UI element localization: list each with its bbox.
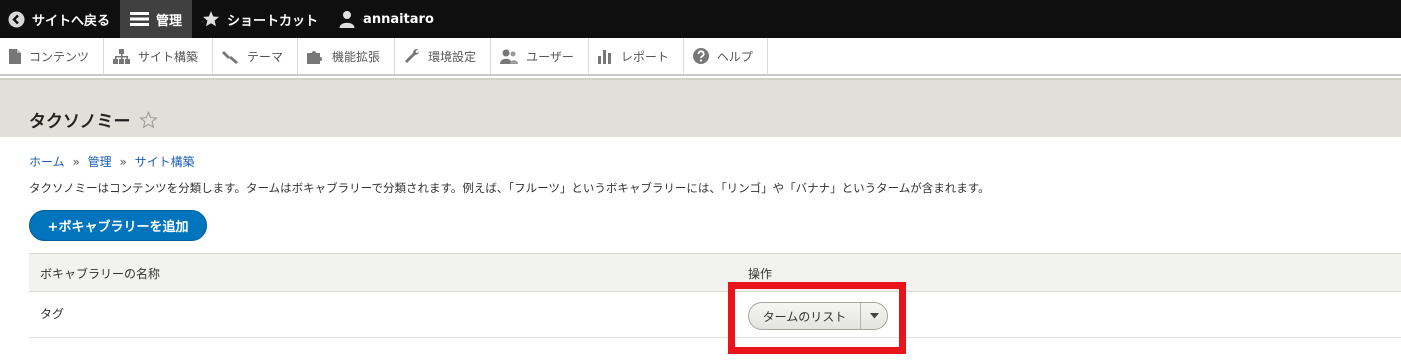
shortcuts-tab[interactable]: ショートカット: [192, 0, 328, 38]
column-header-operations: 操作: [748, 267, 773, 281]
hamburger-icon: [130, 12, 150, 26]
shortcuts-label: ショートカット: [227, 13, 319, 29]
tray-item-label: コンテンツ: [29, 49, 90, 64]
breadcrumb-structure-link[interactable]: サイト構築: [135, 155, 195, 169]
vocabulary-name: タグ: [40, 307, 65, 321]
paint-brush-icon: [222, 50, 239, 64]
manage-label: 管理: [156, 13, 183, 29]
tray-item-structure[interactable]: サイト構築: [104, 38, 214, 74]
tray-item-label: テーマ: [247, 49, 284, 64]
tray-item-configuration[interactable]: 環境設定: [395, 38, 492, 74]
tray-item-help[interactable]: ヘルプ: [684, 38, 768, 74]
breadcrumb-separator: »: [119, 155, 127, 169]
page-header: タクソノミー: [0, 78, 1401, 137]
column-header-name: ボキャブラリーの名称: [40, 267, 161, 281]
breadcrumb: ホーム » 管理 » サイト構築: [29, 153, 195, 170]
document-icon: [9, 48, 21, 64]
tray-item-label: レポート: [620, 49, 669, 64]
table-header: ボキャブラリーの名称 操作: [29, 253, 1401, 292]
people-icon: [500, 49, 519, 64]
back-to-site-label: サイトへ戻る: [32, 13, 111, 29]
sitemap-icon: [113, 48, 131, 64]
tray-item-extend[interactable]: 機能拡張: [298, 38, 396, 74]
tray-item-label: サイト構築: [138, 49, 199, 64]
page-title-wrap: タクソノミー: [29, 107, 158, 132]
page-description: タクソノミーはコンテンツを分類します。タームはボキャブラリーで分類されます。例え…: [29, 181, 990, 195]
page-title: タクソノミー: [29, 112, 131, 132]
tray-item-content[interactable]: コンテンツ: [0, 38, 105, 74]
tray-item-label: ユーザー: [526, 49, 574, 64]
shortcut-star-icon[interactable]: [138, 110, 158, 129]
wrench-icon: [405, 48, 420, 63]
user-label: annaitaro: [363, 11, 434, 27]
add-vocabulary-button[interactable]: +ボキャブラリーを追加: [29, 210, 207, 241]
star-icon: [203, 11, 219, 27]
tray-item-appearance[interactable]: テーマ: [213, 38, 299, 74]
tray-item-reports[interactable]: レポート: [589, 38, 684, 74]
highlight-box: [728, 282, 906, 354]
breadcrumb-admin-link[interactable]: 管理: [88, 155, 112, 169]
help-icon: [692, 48, 709, 64]
tray-item-label: 機能拡張: [332, 49, 381, 64]
admin-tray: コンテンツ サイト構築 テーマ 機能拡張 環境設定 ユーザー レポート ヘルプ: [0, 38, 1401, 76]
breadcrumb-home-link[interactable]: ホーム: [29, 155, 65, 169]
table-row: タグ タームのリスト: [29, 292, 1401, 338]
tray-item-label: 環境設定: [428, 49, 477, 64]
back-to-site-link[interactable]: サイトへ戻る: [0, 0, 120, 38]
puzzle-icon: [307, 50, 323, 64]
bar-chart-icon: [597, 49, 611, 64]
breadcrumb-separator: »: [72, 155, 80, 169]
user-tab[interactable]: annaitaro: [328, 0, 444, 38]
admin-toolbar: サイトへ戻る 管理 ショートカット annaitaro: [0, 0, 1401, 38]
back-arrow-icon: [8, 11, 25, 27]
manage-tab[interactable]: 管理: [120, 0, 193, 38]
vocabulary-table: ボキャブラリーの名称 操作 タグ タームのリスト: [29, 253, 1401, 338]
tray-item-label: ヘルプ: [716, 49, 753, 64]
user-icon: [339, 11, 355, 28]
tray-item-people[interactable]: ユーザー: [491, 38, 589, 74]
